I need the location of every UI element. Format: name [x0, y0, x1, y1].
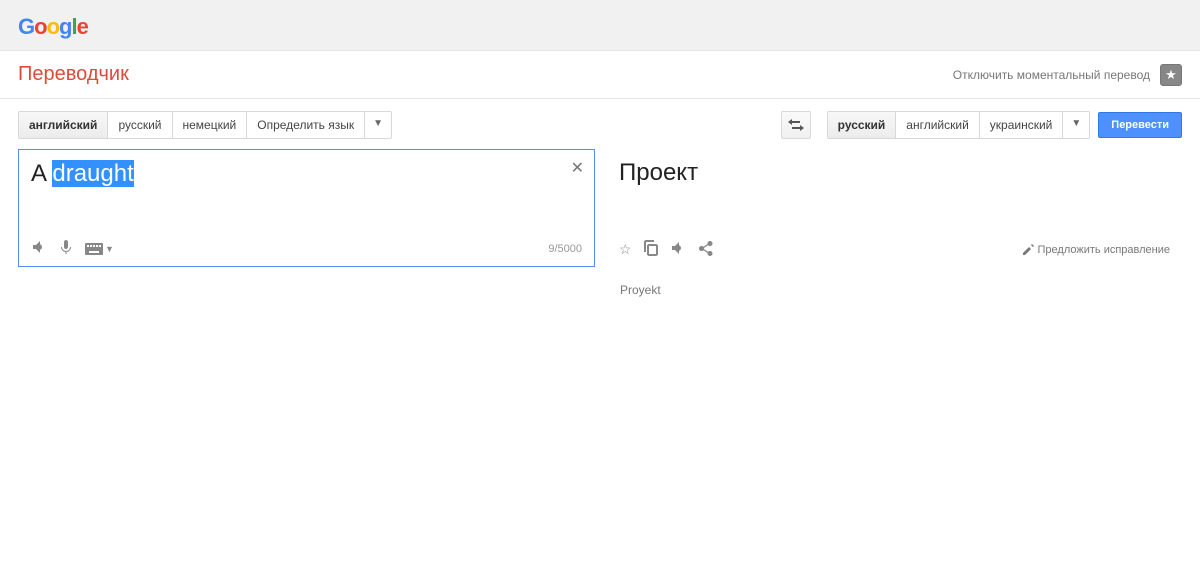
star-badge-icon[interactable]: ★	[1160, 64, 1182, 86]
swap-languages-button[interactable]	[781, 111, 811, 139]
source-lang-tabs: английский русский немецкий Определить я…	[18, 111, 392, 139]
target-lang-tab-0[interactable]: русский	[828, 112, 897, 138]
target-panel: Проект ☆ Предложить исправление	[607, 149, 1182, 267]
suggest-edit-button[interactable]: Предложить исправление	[1023, 244, 1170, 256]
source-lang-tab-detect[interactable]: Определить язык	[247, 112, 365, 138]
header-row: Переводчик Отключить моментальный перево…	[0, 51, 1200, 99]
translate-button[interactable]: Перевести	[1098, 112, 1182, 138]
source-lang-dropdown-icon[interactable]: ▼	[365, 112, 391, 138]
source-lang-tab-0[interactable]: английский	[19, 112, 108, 138]
voice-input-icon[interactable]	[59, 239, 73, 258]
swap-icon	[788, 118, 804, 132]
listen-source-icon[interactable]	[31, 239, 47, 258]
top-bar: Google	[0, 0, 1200, 51]
target-lang-tab-1[interactable]: английский	[896, 112, 979, 138]
target-lang-tabs: русский английский украинский ▼	[827, 111, 1091, 139]
source-panel: ✕ A draught ▼ 9/5000	[18, 149, 595, 267]
transliteration: Proyekt	[600, 277, 1200, 297]
suggest-edit-label: Предложить исправление	[1038, 244, 1170, 256]
copy-translation-icon[interactable]	[644, 240, 658, 259]
listen-target-icon[interactable]	[670, 240, 686, 259]
keyboard-icon[interactable]: ▼	[85, 243, 114, 255]
save-translation-icon[interactable]: ☆	[619, 241, 632, 258]
app-title: Переводчик	[18, 63, 129, 86]
google-logo[interactable]: Google	[18, 14, 88, 39]
source-lang-tab-1[interactable]: русский	[108, 112, 172, 138]
source-toolbar: ▼ 9/5000	[31, 239, 582, 258]
target-toolbar: ☆ Предложить исправление	[619, 240, 1170, 259]
source-text-prefix: A	[31, 160, 52, 187]
translation-panels: ✕ A draught ▼ 9/5000 Проект ☆	[0, 149, 1200, 277]
target-text: Проект	[619, 159, 1170, 240]
language-controls: английский русский немецкий Определить я…	[0, 99, 1200, 149]
target-lang-tab-2[interactable]: украинский	[980, 112, 1064, 138]
header-right: Отключить моментальный перевод ★	[953, 64, 1182, 86]
pencil-icon	[1023, 244, 1034, 255]
share-translation-icon[interactable]	[698, 240, 713, 259]
target-lang-dropdown-icon[interactable]: ▼	[1063, 112, 1089, 138]
char-count: 9/5000	[548, 243, 582, 255]
source-text-input[interactable]: A draught	[31, 160, 582, 239]
instant-translate-toggle[interactable]: Отключить моментальный перевод	[953, 68, 1150, 82]
source-lang-tab-2[interactable]: немецкий	[173, 112, 248, 138]
source-text-selected: draught	[52, 160, 133, 187]
clear-input-button[interactable]: ✕	[571, 158, 584, 178]
